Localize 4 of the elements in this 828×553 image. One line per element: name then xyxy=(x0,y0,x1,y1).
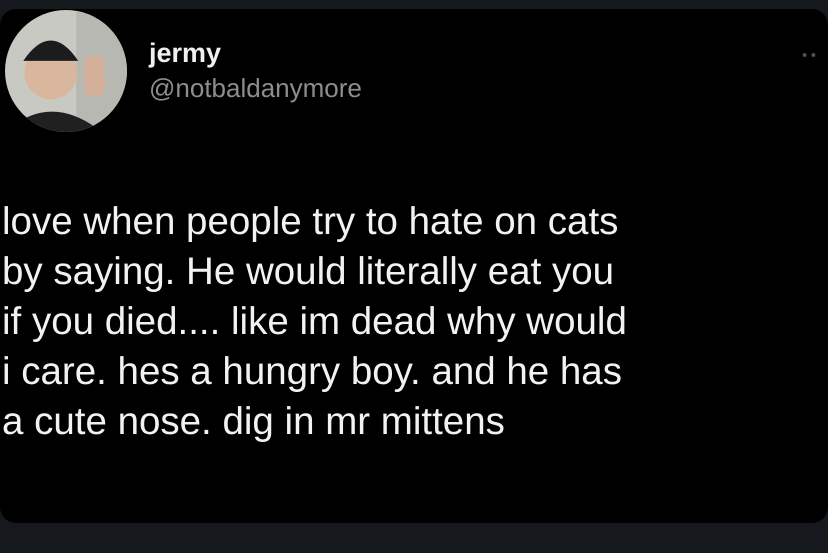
user-name: jermy xyxy=(149,37,222,70)
user-handle: @notbaldanymore xyxy=(149,72,362,105)
more-icon[interactable] xyxy=(802,52,816,58)
tweet-text: love when people try to hate on cats by saying. He would literally eat you if you died.... like im dead why would i care. hes a hungry boy. and he has a cute nose. dig in mr mittens xyxy=(2,199,628,445)
